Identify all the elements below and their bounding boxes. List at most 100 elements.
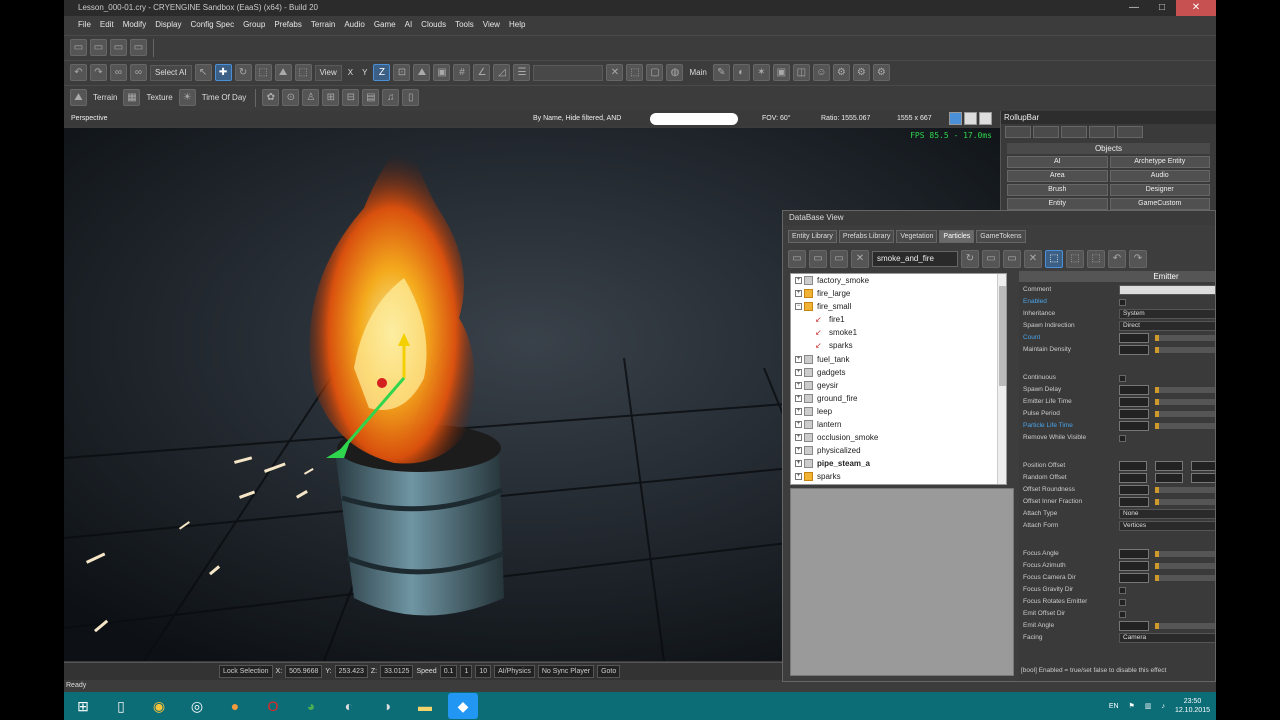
property-slider[interactable] [1155,487,1215,493]
layer-dropdown[interactable] [533,64,604,81]
menu-ai[interactable]: AI [401,17,417,33]
opera-icon[interactable]: O [258,693,288,719]
menu-terrain[interactable]: Terrain [307,17,339,33]
rollup-tab-modeling[interactable] [1061,126,1087,138]
paste-icon[interactable]: ▭ [1003,250,1021,268]
texture-icon[interactable]: ▦ [123,89,141,106]
property-number-field[interactable] [1119,409,1149,419]
unlink-icon[interactable]: ∞ [130,64,147,81]
get-from-selection-icon[interactable]: ⬚ [1066,250,1084,268]
expand-icon[interactable]: + [795,473,802,481]
rollup-tab-display[interactable] [1089,126,1115,138]
redo-icon[interactable]: ↷ [90,64,107,81]
property-vector-component[interactable] [1119,473,1147,483]
flag-icon[interactable]: ⚑ [1129,702,1135,710]
property-value-field[interactable]: Camera [1119,633,1215,643]
lock-selection-button[interactable]: Lock Selection [219,665,273,678]
property-slider[interactable] [1155,623,1215,629]
tree-item[interactable]: + ground_fire [791,392,1006,405]
player-icon[interactable]: ♙ [302,89,320,106]
tree-item[interactable]: + sparks [791,470,1006,483]
rollup-area-button[interactable]: Area [1007,170,1108,182]
menu-audio[interactable]: Audio [340,17,368,33]
time-of-day-icon[interactable]: ☀ [178,89,196,106]
property-number-field[interactable] [1119,385,1149,395]
grid-icon[interactable]: # [453,64,471,81]
menu-display[interactable]: Display [151,17,185,33]
ruler-icon[interactable]: ◿ [493,64,511,81]
object-snap-icon[interactable]: ⬚ [294,64,312,81]
menu-tools[interactable]: Tools [451,17,478,33]
load-library-icon[interactable]: ▭ [830,250,848,268]
maximize-button[interactable]: □ [1148,0,1176,16]
folder-icon[interactable]: ▬ [410,693,440,719]
tree-item[interactable]: + geysir [791,379,1006,392]
menu-group[interactable]: Group [239,17,269,33]
tree-item[interactable]: − fire_small [791,300,1006,313]
rollup-ai-button[interactable]: AI [1007,156,1108,168]
property-number-field[interactable] [1119,333,1149,343]
menu-game[interactable]: Game [370,17,400,33]
speed-field[interactable]: 0.1 [439,665,458,678]
layer-icon[interactable]: ☰ [513,64,531,81]
chrome-icon[interactable]: ◕ [296,693,326,719]
axis-x-toggle[interactable]: X [345,68,356,77]
tree-item[interactable]: + fire_large [791,287,1006,300]
tree-item[interactable]: ↙ fire1 [791,313,1006,326]
rotate-icon[interactable]: ↻ [234,64,252,81]
delete-item-icon[interactable]: ✕ [1024,250,1042,268]
copy-icon[interactable]: ▭ [982,250,1000,268]
property-number-field[interactable] [1119,573,1149,583]
options-icon[interactable]: ⚙ [852,64,870,81]
x-coordinate-field[interactable]: 505.9668 [285,665,323,678]
flow-graph-icon[interactable]: ⊟ [342,89,360,106]
app-icon[interactable]: ◐ [334,693,364,719]
expand-icon[interactable]: + [795,277,802,284]
terrain-snap-icon[interactable]: ⛰ [274,64,292,81]
move-icon[interactable]: ✚ [214,64,232,81]
menu-prefabs[interactable]: Prefabs [270,17,306,33]
save-library-icon[interactable]: ▭ [809,250,827,268]
property-checkbox[interactable] [1119,587,1126,594]
property-vector-component[interactable] [1191,461,1215,471]
property-value-field[interactable]: Vertices [1119,521,1215,531]
expand-icon[interactable]: + [795,381,802,389]
tab-entity-library[interactable]: Entity Library [788,230,837,243]
rollup-entity-button[interactable]: Entity [1007,198,1108,210]
property-number-field[interactable] [1119,485,1149,495]
viewport-search-input[interactable] [650,113,738,125]
ai-physics-button[interactable]: AI/Physics [494,665,535,678]
time-of-day-button[interactable]: Time Of Day [199,93,250,102]
property-checkbox[interactable] [1119,375,1126,382]
save-as-icon[interactable]: ▭ [130,39,147,56]
tree-item[interactable]: + physicalized [791,444,1006,457]
collapse-icon[interactable]: − [795,303,802,311]
reload-icon[interactable]: ↻ [961,250,979,268]
property-slider[interactable] [1155,399,1215,405]
lock-axis-icon[interactable]: ⊡ [393,64,411,81]
add-library-icon[interactable]: ▭ [788,250,806,268]
save-level-icon[interactable]: ▭ [110,39,127,56]
hud-icon[interactable]: ⊞ [322,89,340,106]
tree-item[interactable]: + lantern [791,418,1006,431]
property-slider[interactable] [1155,335,1215,341]
property-slider[interactable] [1155,387,1215,393]
tree-item[interactable]: ↙ smoke1 [791,326,1006,339]
expand-icon[interactable]: + [795,447,802,455]
expand-icon[interactable]: + [795,407,802,415]
origin-icon[interactable]: ● [220,693,250,719]
rollup-gamecustom-button[interactable]: GameCustom [1109,198,1210,210]
settings-icon[interactable]: ⚙ [832,64,850,81]
terrain-icon[interactable]: ⛰ [70,89,87,106]
material-icon[interactable]: ◐ [732,64,750,81]
property-checkbox[interactable] [1119,611,1126,618]
tree-item[interactable]: + leep [791,405,1006,418]
rollup-brush-button[interactable]: Brush [1007,184,1108,196]
expand-icon[interactable]: + [795,460,802,468]
no-sync-player-button[interactable]: No Sync Player [537,665,595,678]
character-icon[interactable]: ☺ [812,64,830,81]
terrain-button[interactable]: Terrain [90,93,120,102]
preferences-icon[interactable]: ⚙ [872,64,890,81]
language-indicator[interactable]: EN [1109,703,1119,710]
picture-icon[interactable]: ▣ [772,64,790,81]
